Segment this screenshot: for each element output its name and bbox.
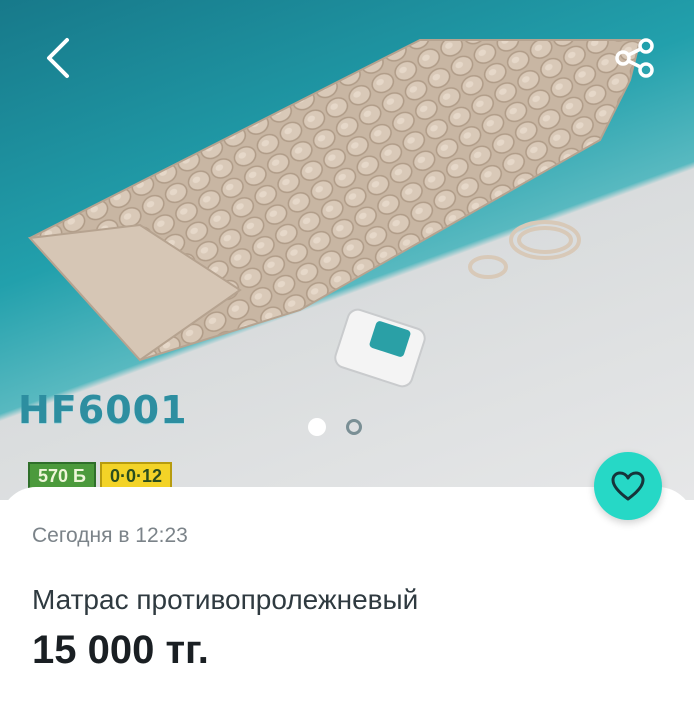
chevron-left-icon [47,38,69,78]
gallery-dot-active[interactable] [308,418,326,436]
gallery-pagination [308,418,362,436]
model-label: HF6001 [18,388,188,432]
share-button[interactable] [606,30,664,86]
air-pump-icon [334,308,426,388]
favorite-button[interactable] [594,452,662,520]
product-image-gallery[interactable]: HF6001 570 Б 0·0·12 [0,0,694,500]
back-button[interactable] [30,30,86,86]
listing-title: Матрас противопролежневый [32,584,419,615]
gallery-dot[interactable] [346,419,362,435]
heart-icon [611,471,645,501]
air-hose-icon [468,220,581,279]
listing-price: 15 000 тг. [32,628,209,672]
share-icon [615,38,654,78]
listing-date: Сегодня в 12:23 [32,524,188,547]
